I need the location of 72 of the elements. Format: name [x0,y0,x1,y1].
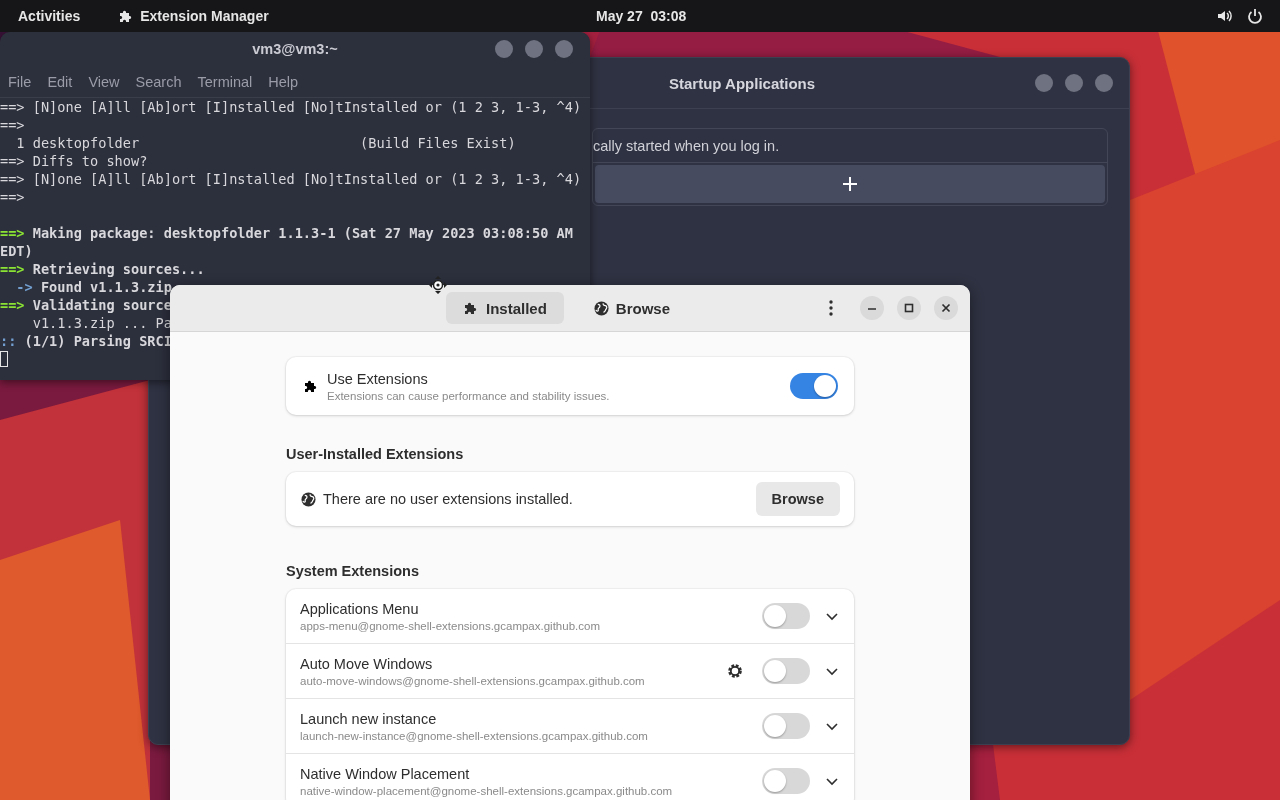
move-cursor-icon [429,276,447,294]
window-title: vm3@vm3:~ [252,41,338,57]
section-heading: System Extensions [286,563,420,579]
app-menu-button[interactable]: Extension Manager [118,8,269,24]
globe-icon [301,491,316,507]
browse-button[interactable]: Browse [755,482,840,516]
menu-item[interactable]: Terminal [197,73,253,90]
speaker-icon[interactable] [1217,8,1233,24]
extension-name: Applications Menu [300,600,420,617]
terminal-line: -> Found v1.1.3.zip [15,278,172,296]
settings-button[interactable] [727,663,743,679]
puzzle-icon [462,300,479,316]
extension-row[interactable]: Launch new instance launch-new-instance@gnome-shell-extensions.gcampax.github.com [286,699,854,754]
settings-icon [727,663,743,679]
window-button[interactable] [1095,74,1113,92]
terminal-line: ==> Making package: desktopfolder 1.1.3-1 (Sat 27 May 2023 03:08:50 AM [0,224,573,242]
maximize-icon [904,303,914,313]
extension-row[interactable]: Auto Move Windows auto-move-windows@gnome-shell-extensions.gcampax.github.com [286,644,854,699]
close-button[interactable] [934,296,958,320]
terminal-line: ==> Diffs to show? [0,152,148,170]
window-button[interactable] [525,40,543,58]
extension-name: Auto Move Windows [300,655,434,672]
globe-icon [593,300,609,316]
menu-item[interactable]: Help [268,73,299,90]
plus-icon [842,176,858,192]
tab[interactable]: Browse [581,292,682,324]
extension-id: launch-new-instance@gnome-shell-extensions.gcampax.github.com [300,729,648,742]
window-button[interactable] [495,40,513,58]
minimize-button[interactable] [860,296,884,320]
terminal-line: ==> Retrieving sources... [0,260,205,278]
menu-item[interactable]: Edit [47,73,73,90]
terminal-line: :: (1/1) Parsing SRCI [0,332,172,350]
menu-item[interactable]: File [8,73,32,90]
extension-row[interactable]: Applications Menu apps-menu@gnome-shell-extensions.gcampax.github.com [286,589,854,644]
section-heading: User-Installed Extensions [286,446,465,462]
terminal-line: ==> Validating source [0,296,172,314]
close-icon [941,303,951,313]
maximize-button[interactable] [897,296,921,320]
toggle-switch[interactable] [762,603,810,629]
extension-id: native-window-placement@gnome-shell-extensions.gcampax.github.com [300,784,673,797]
list-text: cally started when you log in. [593,137,780,154]
window-button[interactable] [555,40,573,58]
empty-message: There are no user extensions installed. [323,491,573,507]
extension-name: Launch new instance [300,710,438,727]
terminal-line: 1 desktopfolder (Build Files Exist) [15,134,516,152]
puzzle-icon [303,378,319,394]
activities-button[interactable]: Activities [18,8,81,24]
terminal-line: EDT) [0,242,33,260]
clock-button[interactable]: May 27 03:08 [596,8,687,24]
terminal-line: ==> [N]one [A]ll [Ab]ort [I]nstalled [No]tInstalled or (1 2 3, 1-3, ^4) [0,98,582,116]
more-icon [829,300,833,316]
tab[interactable]: Installed [445,292,564,324]
window-button[interactable] [1065,74,1083,92]
toggle-switch[interactable] [762,713,810,739]
setting-subtitle: Extensions can cause performance and stability issues. [327,389,610,402]
menu-item[interactable]: View [88,73,120,90]
extension-id: auto-move-windows@gnome-shell-extensions.gcampax.github.com [300,674,645,687]
extension-id: apps-menu@gnome-shell-extensions.gcampax.github.com [300,619,600,632]
terminal-line: ==> [N]one [A]ll [Ab]ort [I]nstalled [No]tInstalled or (1 2 3, 1-3, ^4) [0,170,582,188]
power-icon[interactable] [1247,8,1263,24]
window-button[interactable] [1035,74,1053,92]
toggle-switch[interactable] [762,658,810,684]
setting-title: Use Extensions [327,370,429,387]
extension-row[interactable]: Native Window Placement native-window-placement@gnome-shell-extensions.gcampax.github.com [286,754,854,800]
window-title: Startup Applications [669,74,816,92]
extension-name: Native Window Placement [300,765,471,782]
menu-item[interactable]: Search [135,73,182,90]
terminal-line: ==> [0,188,25,206]
text-cursor [0,351,8,367]
toggle-switch[interactable] [762,768,810,794]
terminal-line: ==> [0,116,25,134]
toggle-switch[interactable] [790,373,838,399]
